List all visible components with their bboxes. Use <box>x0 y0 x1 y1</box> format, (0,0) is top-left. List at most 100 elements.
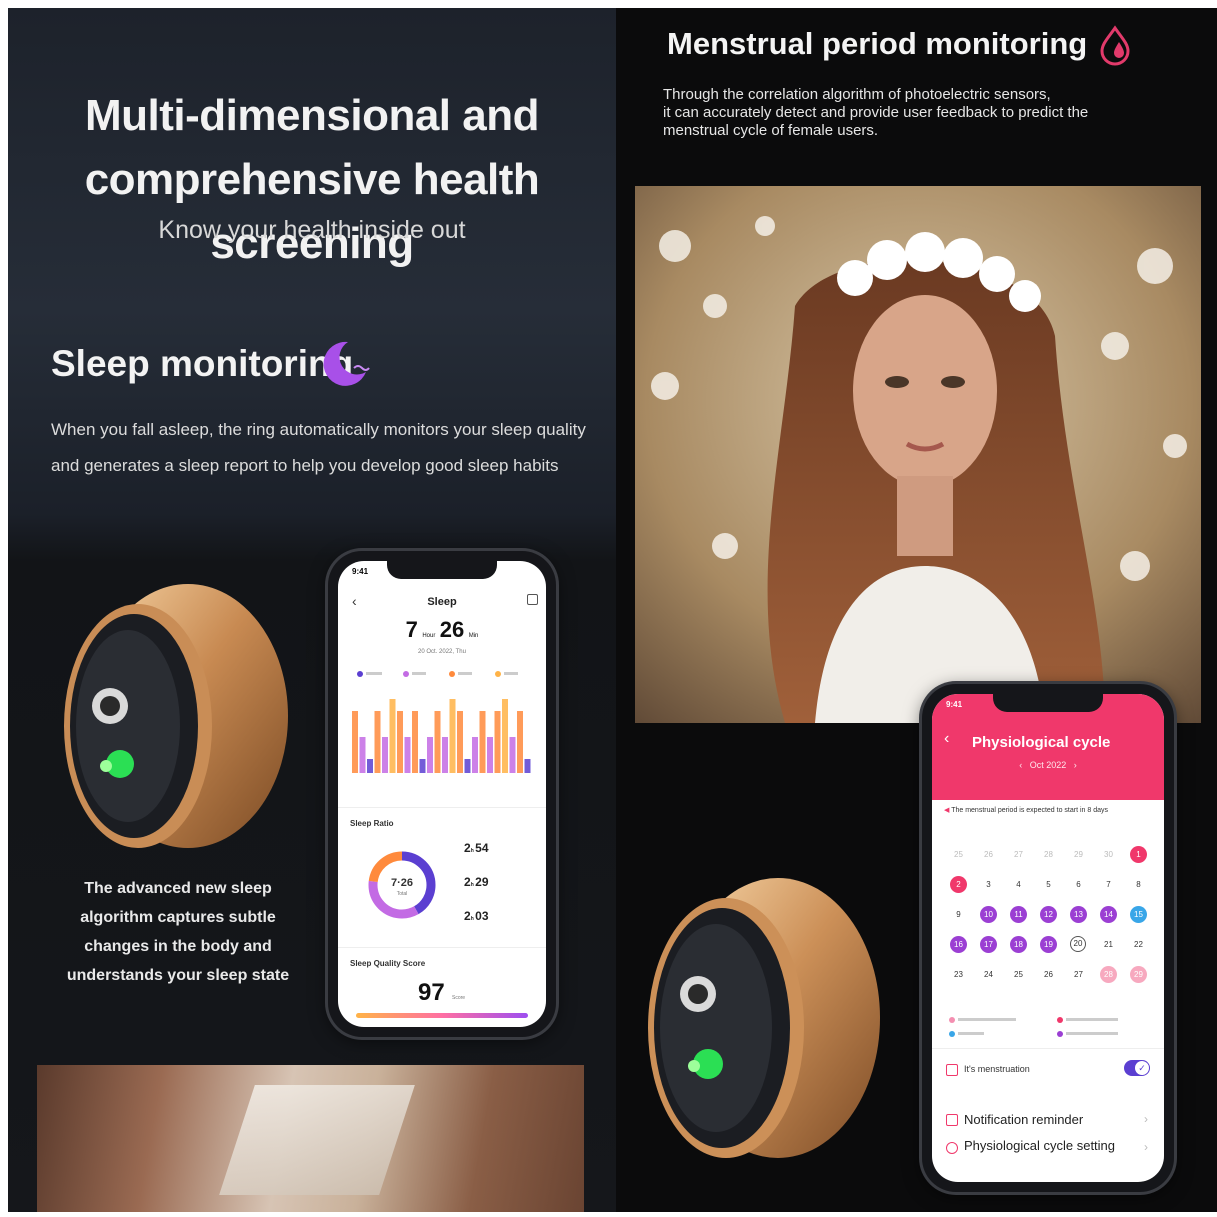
smart-ring-image <box>64 584 288 848</box>
moon-icon <box>323 341 370 386</box>
calendar-day[interactable]: 30 <box>1100 846 1117 863</box>
caption-line: algorithm captures subtle <box>80 909 276 926</box>
calendar-day[interactable]: 8 <box>1130 876 1147 893</box>
calendar-day[interactable]: 11 <box>1010 906 1027 923</box>
month-selector[interactable]: ‹ Oct 2022 › <box>932 760 1164 770</box>
calendar-day[interactable]: 19 <box>1040 936 1057 953</box>
ring-caption: The advanced new sleep algorithm capture… <box>58 874 298 990</box>
stage-hours: 2 <box>464 841 471 855</box>
stage-hours: 2 <box>464 875 471 889</box>
sleep-stage-bar <box>464 759 471 773</box>
calendar-day[interactable]: 9 <box>950 906 967 923</box>
calendar-day[interactable]: 29 <box>1130 966 1147 983</box>
calendar-day[interactable]: 18 <box>1010 936 1027 953</box>
sleep-stage-bar <box>479 711 486 773</box>
divider <box>338 807 546 808</box>
back-icon[interactable]: ‹ <box>944 730 949 748</box>
product-collage: Multi-dimensional and comprehensive heal… <box>0 0 1217 1217</box>
notice-text: The menstrual period is expected to star… <box>951 807 1109 814</box>
sheet-highlight <box>219 1085 415 1195</box>
calendar-day[interactable]: 5 <box>1040 876 1057 893</box>
sleep-stage-bar <box>442 737 448 773</box>
sleep-stage-bar <box>517 711 523 773</box>
sleep-stage-bar <box>382 737 388 773</box>
calendar-day[interactable]: 22 <box>1130 936 1147 953</box>
sleep-stage-bar <box>457 711 463 773</box>
calendar-day[interactable]: 28 <box>1040 846 1057 863</box>
cycle-app-phone: 9:41 ‹ Physiological cycle ‹ Oct 2022 › … <box>922 684 1174 1192</box>
calendar-day[interactable]: 6 <box>1070 876 1087 893</box>
calendar-day[interactable]: 26 <box>1040 966 1057 983</box>
calendar-day[interactable]: 24 <box>980 966 997 983</box>
calendar-day[interactable]: 27 <box>1070 966 1087 983</box>
calendar-day[interactable]: 26 <box>980 846 997 863</box>
calendar-day[interactable]: 4 <box>1010 876 1027 893</box>
sleep-score-unit: Score <box>452 995 466 1001</box>
calendar-icon[interactable] <box>527 594 538 605</box>
stage-minutes: 54 <box>475 841 489 855</box>
sleep-stage-chart <box>352 699 531 773</box>
calendar-day[interactable]: 27 <box>1010 846 1027 863</box>
caption-line: understands your sleep state <box>66 967 290 984</box>
sleep-description-line-2: and generates a sleep report to help you… <box>51 456 559 475</box>
calendar-day[interactable]: 3 <box>980 876 997 893</box>
smart-ring-image <box>648 878 880 1158</box>
stage-minutes: 29 <box>475 875 489 889</box>
cycle-app-screen: 9:41 ‹ Physiological cycle ‹ Oct 2022 › … <box>932 694 1164 1182</box>
calendar-day[interactable]: 25 <box>1010 966 1027 983</box>
droplet-icon <box>1100 25 1130 66</box>
menstruation-toggle[interactable]: ✓ <box>1124 1060 1150 1076</box>
calendar-day[interactable]: 1 <box>1130 846 1147 863</box>
notification-reminder[interactable]: Notification reminder <box>964 1112 1083 1127</box>
sleep-monitoring-title: Sleep monitoring <box>51 343 354 384</box>
sleep-stage-bar <box>359 737 366 773</box>
calendar-day[interactable]: 7 <box>1100 876 1117 893</box>
menstrual-title: Menstrual period monitoring <box>667 26 1088 61</box>
calendar-legend <box>949 1017 1118 1037</box>
prev-month-icon[interactable]: ‹ <box>1019 760 1030 770</box>
calendar-day[interactable]: 12 <box>1040 906 1057 923</box>
calendar-day[interactable]: 2 <box>950 876 967 893</box>
stage-row: 2h 54 <box>464 841 489 855</box>
calendar-day[interactable]: 25 <box>950 846 967 863</box>
period-notice: ◀ The menstrual period is expected to st… <box>944 806 1108 814</box>
stage-minutes: 03 <box>475 909 489 923</box>
sleep-stage-bar <box>404 737 411 773</box>
divider <box>338 947 546 948</box>
headline-line-1: Multi-dimensional and <box>85 91 539 140</box>
calendar-day[interactable]: 29 <box>1070 846 1087 863</box>
calendar-day[interactable]: 20 <box>1070 936 1086 952</box>
description-line: Through the correlation algorithm of pho… <box>663 86 1051 103</box>
sleep-minutes: 26 <box>439 617 465 642</box>
stage-hours: 2 <box>464 909 471 923</box>
sleep-description-line-1: When you fall asleep, the ring automatic… <box>51 420 586 439</box>
cycle-calendar[interactable]: 25 26 27 28 29 30 1 2 3 4 5 6 7 8 9 10 11 12 13 14 15 16 17 18 1… <box>946 830 1156 1000</box>
calendar-day[interactable]: 28 <box>1100 966 1117 983</box>
calendar-day[interactable]: 15 <box>1130 906 1147 923</box>
calendar-day[interactable]: 16 <box>950 936 967 953</box>
menstrual-description: Through the correlation algorithm of pho… <box>663 86 1088 140</box>
menstruation-icon <box>946 1064 958 1076</box>
headline-line-2: comprehensive health screening <box>84 155 540 268</box>
calendar-day[interactable]: 14 <box>1100 906 1117 923</box>
settings-icon <box>946 1142 958 1154</box>
sleep-legend <box>357 671 518 677</box>
bell-icon <box>946 1114 958 1126</box>
current-month: Oct 2022 <box>1029 760 1067 770</box>
description-line: menstrual cycle of female users. <box>663 122 879 139</box>
sleep-stage-bar <box>524 759 531 773</box>
total-sleep-time: 7 Hour 26 Min <box>338 617 546 643</box>
cycle-setting[interactable]: Physiological cycle setting <box>964 1138 1115 1153</box>
calendar-day[interactable]: 21 <box>1100 936 1117 953</box>
bedroom-photo <box>37 1065 584 1212</box>
sleep-stage-bar <box>352 711 358 773</box>
calendar-day[interactable]: 23 <box>950 966 967 983</box>
calendar-day[interactable]: 13 <box>1070 906 1087 923</box>
divider <box>932 1048 1164 1049</box>
next-month-icon[interactable]: › <box>1066 760 1077 770</box>
calendar-day[interactable]: 10 <box>980 906 997 923</box>
calendar-day[interactable]: 17 <box>980 936 997 953</box>
sleep-score-title: Sleep Quality Score <box>350 959 426 968</box>
sleep-stage-bar <box>389 699 396 773</box>
sleep-stage-bar <box>419 759 426 773</box>
